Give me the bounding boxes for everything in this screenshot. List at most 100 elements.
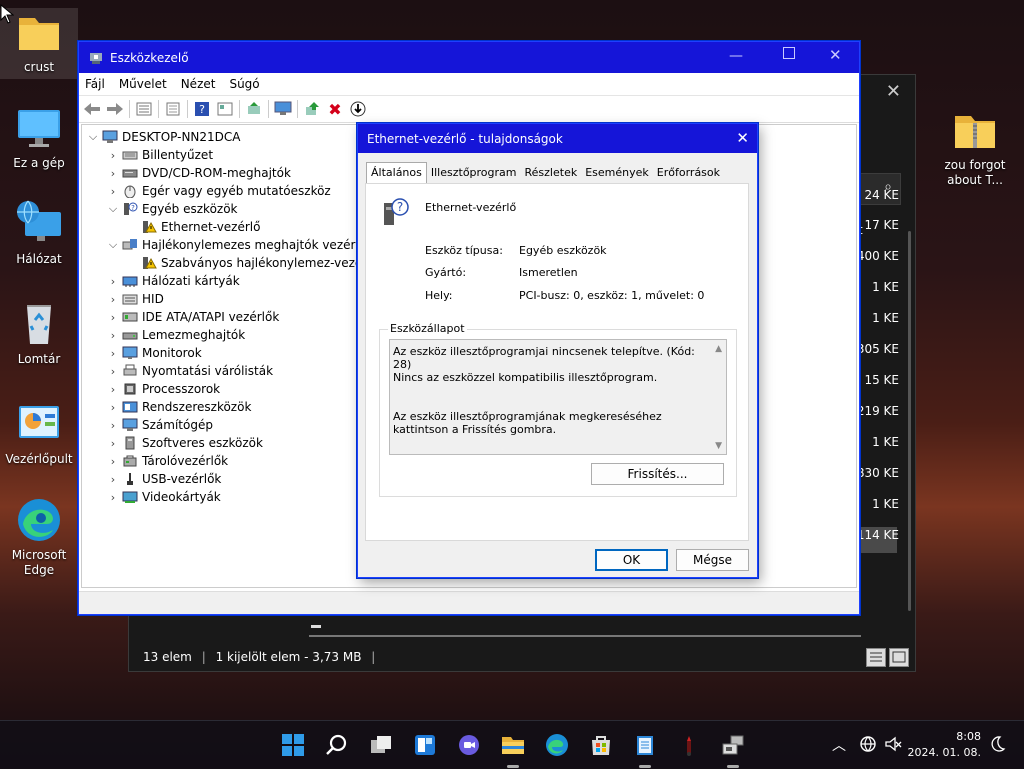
tree-item-computer[interactable]: › Számítógép bbox=[106, 416, 213, 434]
ok-button[interactable]: OK bbox=[595, 549, 668, 571]
tree-item-software-devices[interactable]: › Szoftveres eszközök bbox=[106, 434, 263, 452]
edge-icon[interactable] bbox=[545, 733, 569, 757]
properties-view-icon[interactable] bbox=[135, 100, 153, 118]
chevron-right-icon[interactable]: › bbox=[106, 401, 120, 414]
uninstall-x-icon[interactable]: ✖ bbox=[326, 100, 344, 119]
update-driver-icon[interactable] bbox=[245, 100, 263, 118]
desktop-icon-edge[interactable]: Microsoft Edge bbox=[0, 496, 78, 578]
chevron-right-icon[interactable]: › bbox=[106, 419, 120, 432]
chevron-up-icon[interactable]: ︿ bbox=[832, 735, 846, 755]
horizontal-scrollbar[interactable] bbox=[309, 635, 861, 637]
tree-item-other-devices[interactable]: ⌵? Egyéb eszközök bbox=[106, 200, 238, 218]
properties-dialog[interactable]: Ethernet-vezérlő - tulajdonságok ✕ Által… bbox=[357, 123, 758, 578]
back-arrow-icon[interactable] bbox=[83, 100, 101, 118]
menu-action[interactable]: Művelet bbox=[119, 77, 167, 91]
chevron-right-icon[interactable]: › bbox=[106, 185, 120, 198]
chevron-down-icon[interactable]: ⌵ bbox=[106, 202, 120, 216]
store-icon[interactable] bbox=[589, 733, 613, 757]
tree-item-mouse[interactable]: › Egér vagy egyéb mutatóeszköz bbox=[106, 182, 331, 200]
app-icon[interactable] bbox=[677, 733, 701, 757]
scrollbar[interactable] bbox=[908, 231, 911, 611]
chevron-right-icon[interactable]: › bbox=[106, 455, 120, 468]
clock[interactable]: 8:08 2024. 01. 08. bbox=[905, 729, 981, 761]
chevron-down-icon[interactable]: ⌵ bbox=[106, 238, 120, 252]
tree-item-disk-drives[interactable]: › Lemezmeghajtók bbox=[106, 326, 245, 344]
desktop-icon-this-pc[interactable]: Ez a gép bbox=[0, 104, 78, 171]
add-driver-icon[interactable] bbox=[303, 100, 321, 118]
scroll-up-icon[interactable]: ▲ bbox=[715, 344, 722, 354]
chevron-right-icon[interactable]: › bbox=[106, 293, 120, 306]
globe-icon[interactable] bbox=[859, 735, 877, 756]
widgets-icon[interactable] bbox=[413, 733, 437, 757]
tree-item-usb-controllers[interactable]: › USB-vezérlők bbox=[106, 470, 222, 488]
chevron-right-icon[interactable]: › bbox=[106, 149, 120, 162]
scan-hardware-icon[interactable] bbox=[274, 100, 292, 118]
tree-item-floppy-controllers[interactable]: ⌵ Hajlékonylemezes meghajtók vezérlői bbox=[106, 236, 370, 254]
tab-details[interactable]: Részletek bbox=[521, 163, 582, 183]
device-view-icon[interactable] bbox=[216, 100, 234, 118]
tree-item-processors[interactable]: › Processzorok bbox=[106, 380, 220, 398]
tree-item-monitors[interactable]: › Monitorok bbox=[106, 344, 202, 362]
tree-item-keyboard[interactable]: › Billentyűzet bbox=[106, 146, 213, 164]
desktop-icon-control-panel[interactable]: Vezérlőpult bbox=[0, 400, 78, 467]
tree-item-storage-controllers[interactable]: › Tárolóvezérlők bbox=[106, 452, 228, 470]
menu-help[interactable]: Súgó bbox=[229, 77, 259, 91]
file-explorer-icon[interactable] bbox=[501, 733, 525, 757]
tree-item-display-adapters[interactable]: › Videokártyák bbox=[106, 488, 221, 506]
chevron-right-icon[interactable]: › bbox=[106, 311, 120, 324]
tree-item-system-devices[interactable]: › Rendszereszközök bbox=[106, 398, 252, 416]
tab-events[interactable]: Események bbox=[581, 163, 653, 183]
chevron-down-icon[interactable]: ⌵ bbox=[86, 130, 100, 144]
tree-item-network-adapters[interactable]: › Hálózati kártyák bbox=[106, 272, 240, 290]
scroll-down-icon[interactable]: ▼ bbox=[715, 441, 722, 451]
chevron-right-icon[interactable]: › bbox=[106, 347, 120, 360]
chevron-right-icon[interactable]: › bbox=[106, 365, 120, 378]
tree-item-ethernet-controller[interactable]: Ethernet-vezérlő bbox=[139, 218, 260, 236]
tree-item-floppy-controller[interactable]: Szabványos hajlékonylemez-vezérlő bbox=[139, 254, 378, 272]
tree-item-dvd[interactable]: › DVD/CD-ROM-meghajtók bbox=[106, 164, 291, 182]
details-view-button[interactable] bbox=[866, 648, 886, 667]
chat-icon[interactable] bbox=[457, 733, 481, 757]
dialog-title-bar[interactable]: Ethernet-vezérlő - tulajdonságok ✕ bbox=[358, 124, 757, 153]
menu-view[interactable]: Nézet bbox=[181, 77, 216, 91]
tiles-view-button[interactable] bbox=[889, 648, 909, 667]
maximize-icon[interactable] bbox=[783, 47, 795, 59]
desktop-icon-recycle-bin[interactable]: Lomtár bbox=[0, 300, 78, 367]
close-icon[interactable]: ✕ bbox=[886, 81, 901, 102]
title-bar[interactable]: Eszközkezelő — ✕ bbox=[79, 42, 859, 73]
help-icon[interactable]: ? bbox=[193, 100, 211, 118]
device-manager-taskbar-icon[interactable] bbox=[721, 733, 745, 757]
chevron-right-icon[interactable]: › bbox=[106, 167, 120, 180]
tab-driver[interactable]: Illesztőprogram bbox=[427, 163, 521, 183]
cancel-button[interactable]: Mégse bbox=[676, 549, 749, 571]
close-icon[interactable]: ✕ bbox=[736, 129, 749, 147]
forward-arrow-icon[interactable] bbox=[106, 100, 124, 118]
tab-resources[interactable]: Erőforrások bbox=[653, 163, 724, 183]
desktop-icon-network[interactable]: Hálózat bbox=[0, 200, 78, 267]
list-icon[interactable] bbox=[164, 100, 182, 118]
tree-item-print-queues[interactable]: › Nyomtatási várólisták bbox=[106, 362, 273, 380]
menu-file[interactable]: Fájl bbox=[85, 77, 105, 91]
update-driver-button[interactable]: Frissítés... bbox=[591, 463, 724, 485]
task-view-icon[interactable] bbox=[369, 733, 393, 757]
chevron-right-icon[interactable]: › bbox=[106, 437, 120, 450]
volume-muted-icon[interactable] bbox=[884, 735, 902, 756]
download-arrow-icon[interactable] bbox=[349, 100, 367, 118]
minimize-icon[interactable]: — bbox=[729, 48, 743, 64]
tree-item-ide[interactable]: › IDE ATA/ATAPI vezérlők bbox=[106, 308, 280, 326]
tree-item-hid[interactable]: › HID bbox=[106, 290, 164, 308]
desktop-icon-zip-folder[interactable]: zou forgot about T... bbox=[936, 106, 1014, 188]
tree-root[interactable]: ⌵ DESKTOP-NN21DCA bbox=[86, 128, 241, 146]
start-windows-icon[interactable] bbox=[281, 733, 305, 757]
device-status-text[interactable]: Az eszköz illesztőprogramjai nincsenek t… bbox=[389, 339, 727, 455]
tab-general[interactable]: Általános bbox=[366, 162, 427, 185]
chevron-right-icon[interactable]: › bbox=[106, 491, 120, 504]
search-icon[interactable] bbox=[325, 733, 349, 757]
chevron-right-icon[interactable]: › bbox=[106, 473, 120, 486]
chevron-right-icon[interactable]: › bbox=[106, 275, 120, 288]
chevron-right-icon[interactable]: › bbox=[106, 383, 120, 396]
chevron-right-icon[interactable]: › bbox=[106, 329, 120, 342]
notepad-icon[interactable] bbox=[633, 733, 657, 757]
close-icon[interactable]: ✕ bbox=[829, 46, 842, 64]
moon-icon[interactable] bbox=[988, 735, 1006, 756]
